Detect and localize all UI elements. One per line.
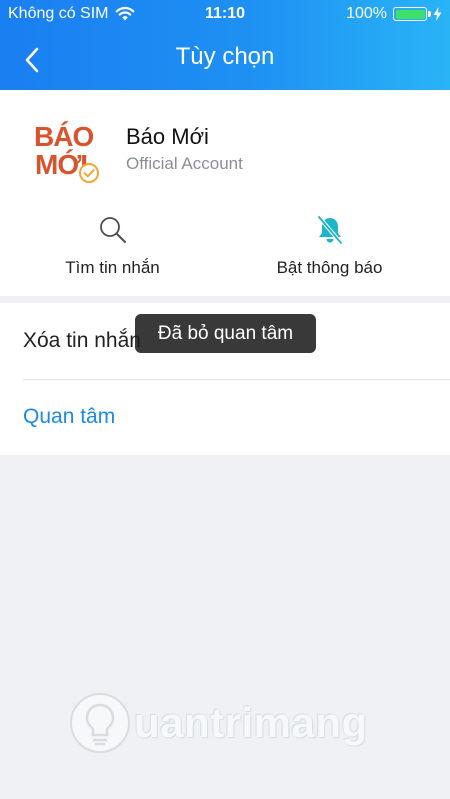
account-profile: BÁO MỚI Báo Mới Official Account Tìm tin… xyxy=(0,90,450,296)
verified-check-icon xyxy=(79,163,99,183)
charging-bolt-icon xyxy=(433,7,442,21)
lightbulb-logo-icon xyxy=(70,693,130,753)
battery-icon xyxy=(393,7,431,21)
account-name: Báo Mới xyxy=(126,124,209,149)
account-logo: BÁO MỚI xyxy=(28,120,104,184)
watermark-text: uantrimang xyxy=(134,699,368,746)
search-icon xyxy=(99,217,126,243)
enable-notifications-button[interactable]: Bật thông báo xyxy=(217,214,442,278)
battery-fill xyxy=(395,9,425,19)
bell-off-icon xyxy=(316,215,343,245)
follow-label: Quan tâm xyxy=(23,405,116,428)
logo-line1: BÁO xyxy=(34,121,94,152)
follow-item[interactable]: Quan tâm xyxy=(23,379,450,455)
account-type: Official Account xyxy=(126,154,243,173)
status-bar: Không có SIM 11:10 100% xyxy=(0,0,450,30)
header: Không có SIM 11:10 100% Tùy chọn xyxy=(0,0,450,90)
status-right: 100% xyxy=(346,5,442,23)
search-messages-label: Tìm tin nhắn xyxy=(65,258,160,277)
unfollow-toast: Đã bỏ quan tâm xyxy=(135,314,316,353)
enable-notifications-label: Bật thông báo xyxy=(276,258,383,277)
battery-percent: 100% xyxy=(346,5,387,22)
delete-messages-label: Xóa tin nhắn xyxy=(23,329,141,352)
page-title: Tùy chọn xyxy=(175,43,275,70)
search-messages-button[interactable]: Tìm tin nhắn xyxy=(0,214,225,278)
watermark: uantrimang xyxy=(68,688,388,758)
